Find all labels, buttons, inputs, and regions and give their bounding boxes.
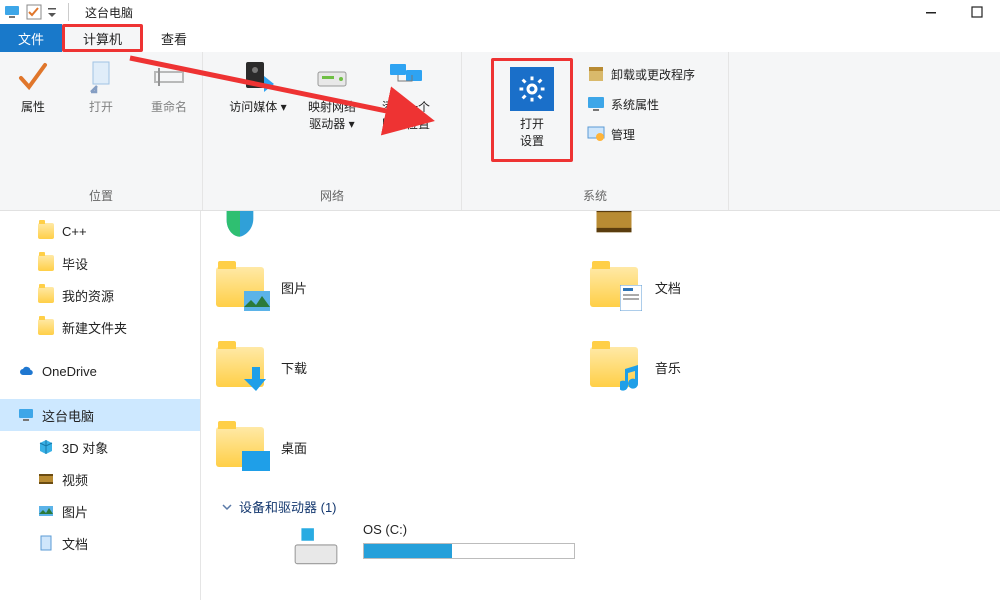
- add-network-location-button[interactable]: 添加一个网络位置: [372, 58, 440, 132]
- monitor-icon: [587, 95, 605, 113]
- film-icon: [585, 211, 643, 249]
- uninstall-button[interactable]: 卸载或更改程序: [583, 62, 699, 86]
- folder-downloads[interactable]: 下载: [211, 327, 585, 407]
- drive-icon: [314, 58, 350, 94]
- open-icon: [83, 58, 119, 94]
- chevron-down-icon: [221, 501, 233, 513]
- folder-icon: [38, 287, 54, 303]
- gear-icon: [510, 67, 554, 111]
- nav-documents[interactable]: 文档: [0, 527, 200, 559]
- drive-icon: [291, 522, 349, 580]
- content-pane[interactable]: 图片 文档 下载 音乐 桌面: [201, 211, 1000, 600]
- media-server-icon: [240, 58, 276, 94]
- tab-view[interactable]: 查看: [143, 24, 205, 52]
- quick-access-dropdown-icon[interactable]: [48, 4, 56, 20]
- folder-item-videos[interactable]: [585, 211, 959, 247]
- folder-icon: [38, 319, 54, 335]
- folder-pictures[interactable]: 图片: [211, 247, 585, 327]
- document-icon: [38, 535, 54, 551]
- folder-icon: [211, 338, 269, 396]
- folder-desktop[interactable]: 桌面: [211, 407, 585, 487]
- folder-icon: [585, 258, 643, 316]
- rename-icon: [151, 58, 187, 94]
- pc-icon: [4, 4, 20, 20]
- title-bar: 这台电脑: [0, 0, 1000, 24]
- nav-folder-item[interactable]: 新建文件夹: [0, 311, 200, 343]
- manage-icon: [587, 125, 605, 143]
- nav-3d-objects[interactable]: 3D 对象: [0, 431, 200, 463]
- folder-icon: [585, 338, 643, 396]
- map-drive-button[interactable]: 映射网络驱动器 ▾: [298, 58, 366, 132]
- navigation-pane[interactable]: C++ 毕设 我的资源 新建文件夹 OneDrive 这台电脑 3D 对象 视频…: [0, 211, 201, 600]
- open-button[interactable]: 打开: [70, 58, 132, 115]
- drive-label: OS (C:): [363, 522, 575, 537]
- drive-os-c[interactable]: OS (C:): [291, 522, 990, 580]
- film-icon: [38, 471, 54, 487]
- folder-icon: [211, 418, 269, 476]
- chevron-down-icon: ▾: [349, 117, 355, 131]
- checkmark-icon: [15, 58, 51, 94]
- folder-icon: [38, 223, 54, 239]
- manage-button[interactable]: 管理: [583, 122, 699, 146]
- access-media-button[interactable]: 访问媒体 ▾: [224, 58, 292, 132]
- maximize-button[interactable]: [954, 0, 1000, 24]
- folder-icon: [211, 258, 269, 316]
- system-properties-button[interactable]: 系统属性: [583, 92, 699, 116]
- nav-onedrive[interactable]: OneDrive: [0, 355, 200, 387]
- folder-documents[interactable]: 文档: [585, 247, 959, 327]
- nav-folder-item[interactable]: 毕设: [0, 247, 200, 279]
- minimize-button[interactable]: [908, 0, 954, 24]
- group-label-network: 网络: [320, 183, 344, 208]
- window-title: 这台电脑: [85, 4, 133, 21]
- cloud-icon: [18, 363, 34, 379]
- pc-icon: [18, 407, 34, 423]
- properties-button[interactable]: 属性: [2, 58, 64, 115]
- folder-icon: [38, 255, 54, 271]
- open-settings-button[interactable]: 打开设置: [491, 58, 573, 162]
- group-label-location: 位置: [89, 183, 113, 208]
- chevron-down-icon: ▾: [281, 100, 287, 114]
- nav-this-pc[interactable]: 这台电脑: [0, 399, 200, 431]
- folder-music[interactable]: 音乐: [585, 327, 959, 407]
- group-label-system: 系统: [583, 183, 607, 208]
- shield-icon: [211, 211, 269, 249]
- box-icon: [587, 65, 605, 83]
- nav-pictures[interactable]: 图片: [0, 495, 200, 527]
- nav-folder-item[interactable]: 我的资源: [0, 279, 200, 311]
- ribbon: 属性 打开 重命名 位置 访问媒体 ▾: [0, 52, 1000, 211]
- section-devices[interactable]: 设备和驱动器 (1): [221, 497, 990, 516]
- picture-icon: [38, 503, 54, 519]
- tab-file[interactable]: 文件: [0, 24, 62, 52]
- network-monitors-icon: [388, 58, 424, 94]
- nav-videos[interactable]: 视频: [0, 463, 200, 495]
- ribbon-tabs: 文件 计算机 查看: [0, 24, 1000, 52]
- tab-computer[interactable]: 计算机: [62, 24, 143, 52]
- cube-icon: [38, 439, 54, 455]
- quick-access-checkbox-icon[interactable]: [26, 4, 42, 20]
- rename-button[interactable]: 重命名: [138, 58, 200, 115]
- drive-usage-bar: [363, 543, 575, 559]
- folder-item[interactable]: [211, 211, 585, 247]
- nav-folder-item[interactable]: C++: [0, 215, 200, 247]
